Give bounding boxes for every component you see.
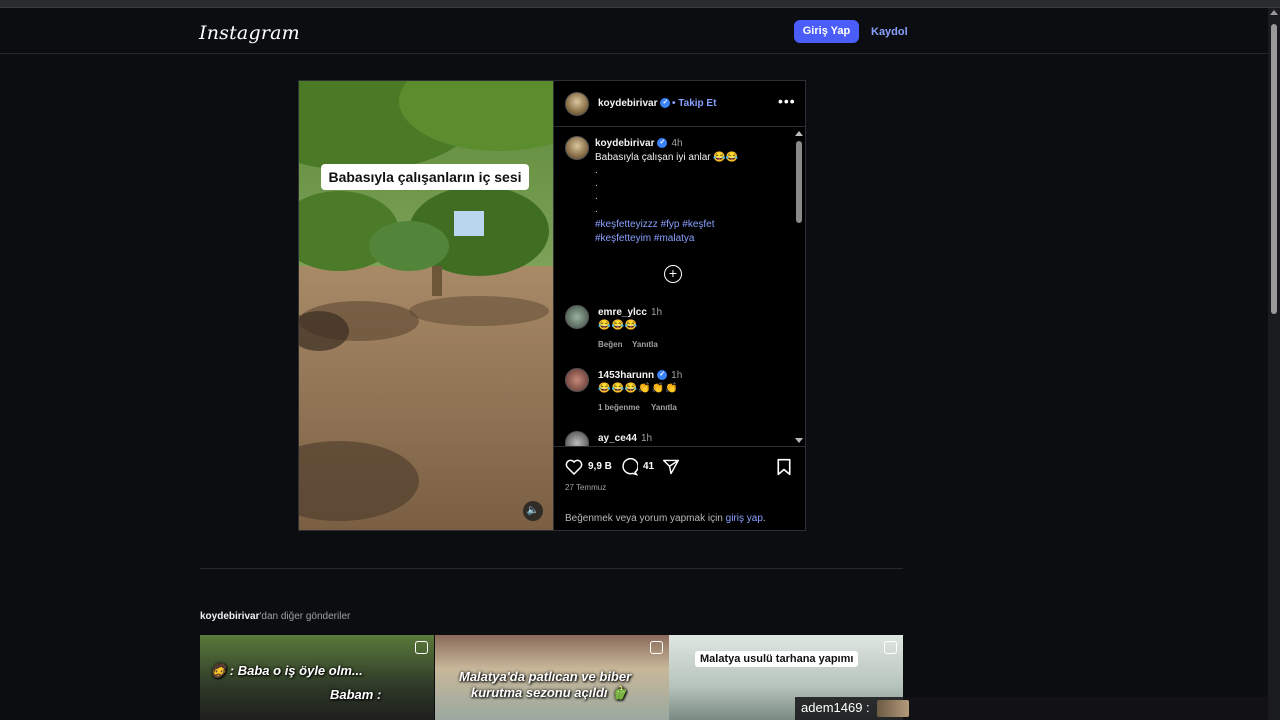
comment-username[interactable]: 1453harunn ✓ 1h bbox=[598, 370, 682, 381]
signup-link[interactable]: Kaydol bbox=[871, 26, 908, 38]
thumbnail-text-line-1: 🧔 : Baba o iş öyle olm... bbox=[210, 663, 363, 678]
comment-username-text[interactable]: ay_ce44 bbox=[598, 433, 637, 444]
caption-dot: . bbox=[595, 178, 598, 189]
comment-username[interactable]: ay_ce44 1h bbox=[598, 433, 652, 444]
share-icon[interactable] bbox=[662, 459, 680, 475]
post-actions-bar: 9,9 B 41 27 Temmuz Beğenmek veya yorum y… bbox=[554, 446, 806, 530]
post-video[interactable]: Babasıyla çalışanların iç sesi 🔈 bbox=[299, 81, 553, 530]
follow-button[interactable]: • Takip Et bbox=[672, 98, 716, 109]
thumbnail-text-line-2: Babam : bbox=[330, 687, 382, 702]
login-button[interactable]: Giriş Yap bbox=[794, 20, 859, 43]
author-avatar[interactable] bbox=[565, 92, 589, 116]
comment-time: 1h bbox=[640, 433, 653, 444]
verified-badge-icon: ✓ bbox=[657, 138, 668, 149]
caption-author[interactable]: koydebirivar ✓ 4h bbox=[595, 138, 683, 149]
caption-dot: . bbox=[595, 165, 598, 176]
more-posts-suffix: 'dan diğer gönderiler bbox=[259, 611, 351, 622]
comment-username[interactable]: emre_ylcc 1h bbox=[598, 307, 662, 318]
caption-text: Babasıyla çalışan iyi anlar 😂😂 bbox=[595, 152, 739, 163]
login-prompt-text: Beğenmek veya yorum yapmak için bbox=[565, 513, 723, 524]
volume-icon[interactable]: 🔈 bbox=[523, 501, 543, 521]
browser-top-strip bbox=[0, 0, 1280, 8]
caption-author-avatar[interactable] bbox=[565, 136, 589, 160]
reel-icon bbox=[884, 641, 897, 654]
caption-time: 4h bbox=[671, 138, 683, 149]
comment-text: 😂😂😂 bbox=[598, 320, 639, 331]
comment-reply-button[interactable]: Yanıtla bbox=[632, 340, 658, 349]
more-post-thumbnail[interactable]: 🧔 : Baba o iş öyle olm... Babam : bbox=[200, 635, 434, 720]
comment-avatar[interactable] bbox=[565, 305, 589, 329]
thumbnail-text-line-1: Malatya usulü tarhana yapımı bbox=[695, 651, 859, 667]
login-link[interactable]: giriş yap bbox=[726, 513, 763, 524]
reel-icon bbox=[650, 641, 663, 654]
comment-username-text[interactable]: 1453harunn bbox=[598, 370, 654, 381]
comments-scroll-area[interactable]: koydebirivar ✓ 4h Babasıyla çalışan iyi an… bbox=[554, 128, 806, 446]
page-scrollbar[interactable] bbox=[1268, 8, 1280, 720]
author-username-text[interactable]: koydebirivar bbox=[598, 98, 657, 109]
instagram-logo[interactable]: Instagram bbox=[199, 22, 300, 44]
caption-dot: . bbox=[595, 191, 598, 202]
verified-badge-icon: ✓ bbox=[660, 98, 671, 109]
comments-scrollbar-thumb[interactable] bbox=[796, 141, 802, 223]
post-sidebar: koydebirivar ✓ • Takip Et ••• koydebiriva… bbox=[553, 81, 806, 530]
heart-icon[interactable] bbox=[565, 458, 583, 475]
orchard-video-frame bbox=[299, 81, 553, 530]
verified-badge-icon: ✓ bbox=[657, 370, 668, 381]
thumbnail-text-line-2: kurutma sezonu açıldı 🫑 bbox=[471, 685, 628, 700]
chat-username: adem1469 : bbox=[801, 700, 870, 715]
more-posts-username[interactable]: koydebirivar bbox=[200, 611, 259, 622]
comment-likes-count[interactable]: 1 beğenme bbox=[598, 403, 640, 412]
more-posts-heading: koydebirivar'dan diğer gönderiler bbox=[200, 611, 350, 622]
more-post-thumbnail[interactable]: Malatya'da patlıcan ve biber kurutma sez… bbox=[435, 635, 669, 720]
scroll-up-arrow-icon[interactable] bbox=[795, 131, 803, 136]
login-prompt: Beğenmek veya yorum yapmak için giriş ya… bbox=[565, 513, 766, 524]
comment-like-button[interactable]: Beğen bbox=[598, 340, 622, 349]
scroll-up-arrow-icon[interactable] bbox=[1270, 10, 1278, 15]
comment-username-text[interactable]: emre_ylcc bbox=[598, 307, 647, 318]
comments-scrollbar[interactable] bbox=[794, 128, 804, 446]
video-overlay-caption: Babasıyla çalışanların iç sesi bbox=[321, 164, 529, 190]
top-navigation-bar: Instagram Giriş Yap Kaydol bbox=[0, 8, 1268, 54]
login-prompt-suffix: . bbox=[762, 513, 766, 524]
stream-chat-overlay: adem1469 : bbox=[795, 697, 1268, 720]
caption-dot: . bbox=[595, 204, 598, 215]
comment-avatar[interactable] bbox=[565, 431, 589, 446]
load-more-comments-icon[interactable]: + bbox=[664, 265, 682, 283]
like-count[interactable]: 9,9 B bbox=[588, 461, 612, 472]
bookmark-icon[interactable] bbox=[776, 458, 792, 476]
comment-avatar[interactable] bbox=[565, 368, 589, 392]
caption-author-text[interactable]: koydebirivar bbox=[595, 138, 654, 149]
page-scrollbar-thumb[interactable] bbox=[1271, 24, 1277, 314]
comment-time: 1h bbox=[671, 370, 683, 381]
more-options-icon[interactable]: ••• bbox=[778, 93, 796, 109]
post-card: Babasıyla çalışanların iç sesi 🔈 koydebi… bbox=[298, 80, 806, 531]
reel-icon bbox=[415, 641, 428, 654]
comment-time: 1h bbox=[650, 307, 663, 318]
chat-image bbox=[877, 700, 909, 717]
post-date: 27 Temmuz bbox=[565, 483, 607, 492]
section-divider bbox=[200, 568, 903, 569]
comment-icon[interactable] bbox=[620, 458, 638, 476]
comment-count[interactable]: 41 bbox=[643, 461, 654, 472]
author-username[interactable]: koydebirivar ✓ bbox=[598, 98, 671, 109]
comment-reply-button[interactable]: Yanıtla bbox=[651, 403, 677, 412]
scroll-down-arrow-icon[interactable] bbox=[795, 438, 803, 443]
hashtags-line-1[interactable]: #keşfetteyizzz #fyp #keşfet bbox=[595, 218, 715, 232]
comment-text: 😂😂😂👏👏👏 bbox=[598, 383, 679, 394]
post-header: koydebirivar ✓ • Takip Et ••• bbox=[554, 81, 806, 127]
hashtags-line-2[interactable]: #keşfetteyim #malatya bbox=[595, 232, 695, 246]
thumbnail-text-line-1: Malatya'da patlıcan ve biber bbox=[459, 669, 632, 684]
